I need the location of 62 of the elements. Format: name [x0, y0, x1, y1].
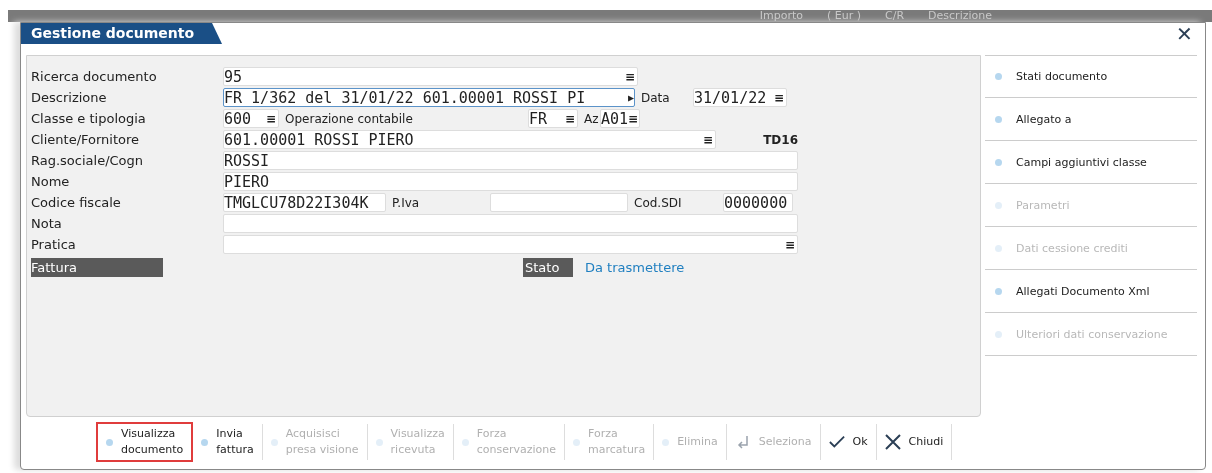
field-label: Codice fiscale	[31, 195, 122, 210]
input-field[interactable]: FR 1/362 del 31/01/22 601.00001 ROSSI PI ▶	[223, 88, 635, 107]
field-label: Rag.sociale/Cogn	[31, 153, 145, 168]
field-label: Cod.SDI	[633, 195, 683, 210]
toolbar-button[interactable]: Ok	[820, 424, 877, 460]
dot-icon	[995, 73, 1002, 80]
toolbar-button[interactable]: Visualizza documento	[96, 422, 194, 462]
dot-icon	[106, 438, 113, 446]
field-label: Nome	[31, 174, 71, 189]
input-field[interactable]: PIERO	[223, 172, 798, 191]
menu-item[interactable]: Allegati Documento Xml	[985, 270, 1197, 313]
field-label: Cliente/Fornitore	[31, 132, 141, 147]
field-label: P.Iva	[391, 195, 421, 210]
input-field[interactable]	[490, 193, 628, 212]
input-field[interactable]: ROSSI	[223, 151, 798, 170]
input-field[interactable]: ≡	[223, 235, 798, 254]
input-field[interactable]: 600 ≡	[223, 109, 279, 128]
input-field[interactable]: 601.00001 ROSSI PIERO ≡	[223, 130, 716, 149]
field-label: Descrizione	[31, 90, 108, 105]
input-field[interactable]	[223, 214, 798, 233]
dot-icon	[995, 244, 1002, 252]
input-field[interactable]: TMGLCU78D22I304K	[223, 193, 386, 212]
status-label: Stato	[523, 258, 573, 277]
field-label: TD16	[762, 132, 798, 147]
input-field[interactable]: FR ≡	[528, 109, 578, 128]
toolbar-button[interactable]: Invia fattura	[193, 424, 263, 460]
section-header: Fattura	[31, 258, 163, 277]
dot-icon	[995, 115, 1002, 123]
column-header: C/R	[885, 10, 905, 22]
input-field[interactable]: A01≡	[600, 109, 640, 128]
column-header: Importo	[759, 10, 804, 22]
menu-item[interactable]: Allegato a	[985, 98, 1197, 141]
field-label: Data	[640, 90, 671, 105]
dot-icon	[461, 438, 469, 446]
input-field[interactable]: 31/01/22 ≡	[693, 88, 787, 107]
field-label: Operazione contabile	[284, 111, 414, 126]
check-icon	[828, 434, 845, 450]
column-header: Descrizione	[928, 10, 992, 22]
toolbar-button[interactable]: Chiudi	[876, 424, 953, 460]
dot-icon	[662, 438, 670, 446]
field-label: Pratica	[31, 237, 77, 252]
dot-icon	[995, 287, 1002, 295]
dot-icon	[995, 330, 1002, 338]
column-header: ( Eur )	[827, 10, 862, 22]
window-title: Gestione documento	[21, 23, 223, 44]
close-button[interactable]: ✕	[1164, 23, 1205, 45]
dot-icon	[201, 438, 209, 446]
dot-icon	[995, 201, 1002, 209]
input-field[interactable]: 0000000	[723, 193, 793, 212]
dot-icon	[270, 438, 278, 446]
dot-icon	[573, 438, 581, 446]
field-label: Nota	[31, 216, 63, 231]
field-label: Classe e tipologia	[31, 111, 147, 126]
field-label: Az	[583, 111, 600, 126]
dot-icon	[995, 158, 1002, 166]
dot-icon	[375, 438, 383, 446]
close-icon	[884, 434, 901, 450]
menu-item[interactable]: Campi aggiuntivi classe	[985, 141, 1197, 184]
field-label: Ricerca documento	[31, 69, 158, 84]
menu-item[interactable]: Stati documento	[985, 55, 1197, 98]
input-field[interactable]: 95 ≡	[223, 67, 638, 86]
status-link[interactable]: Da trasmettere	[585, 260, 685, 275]
